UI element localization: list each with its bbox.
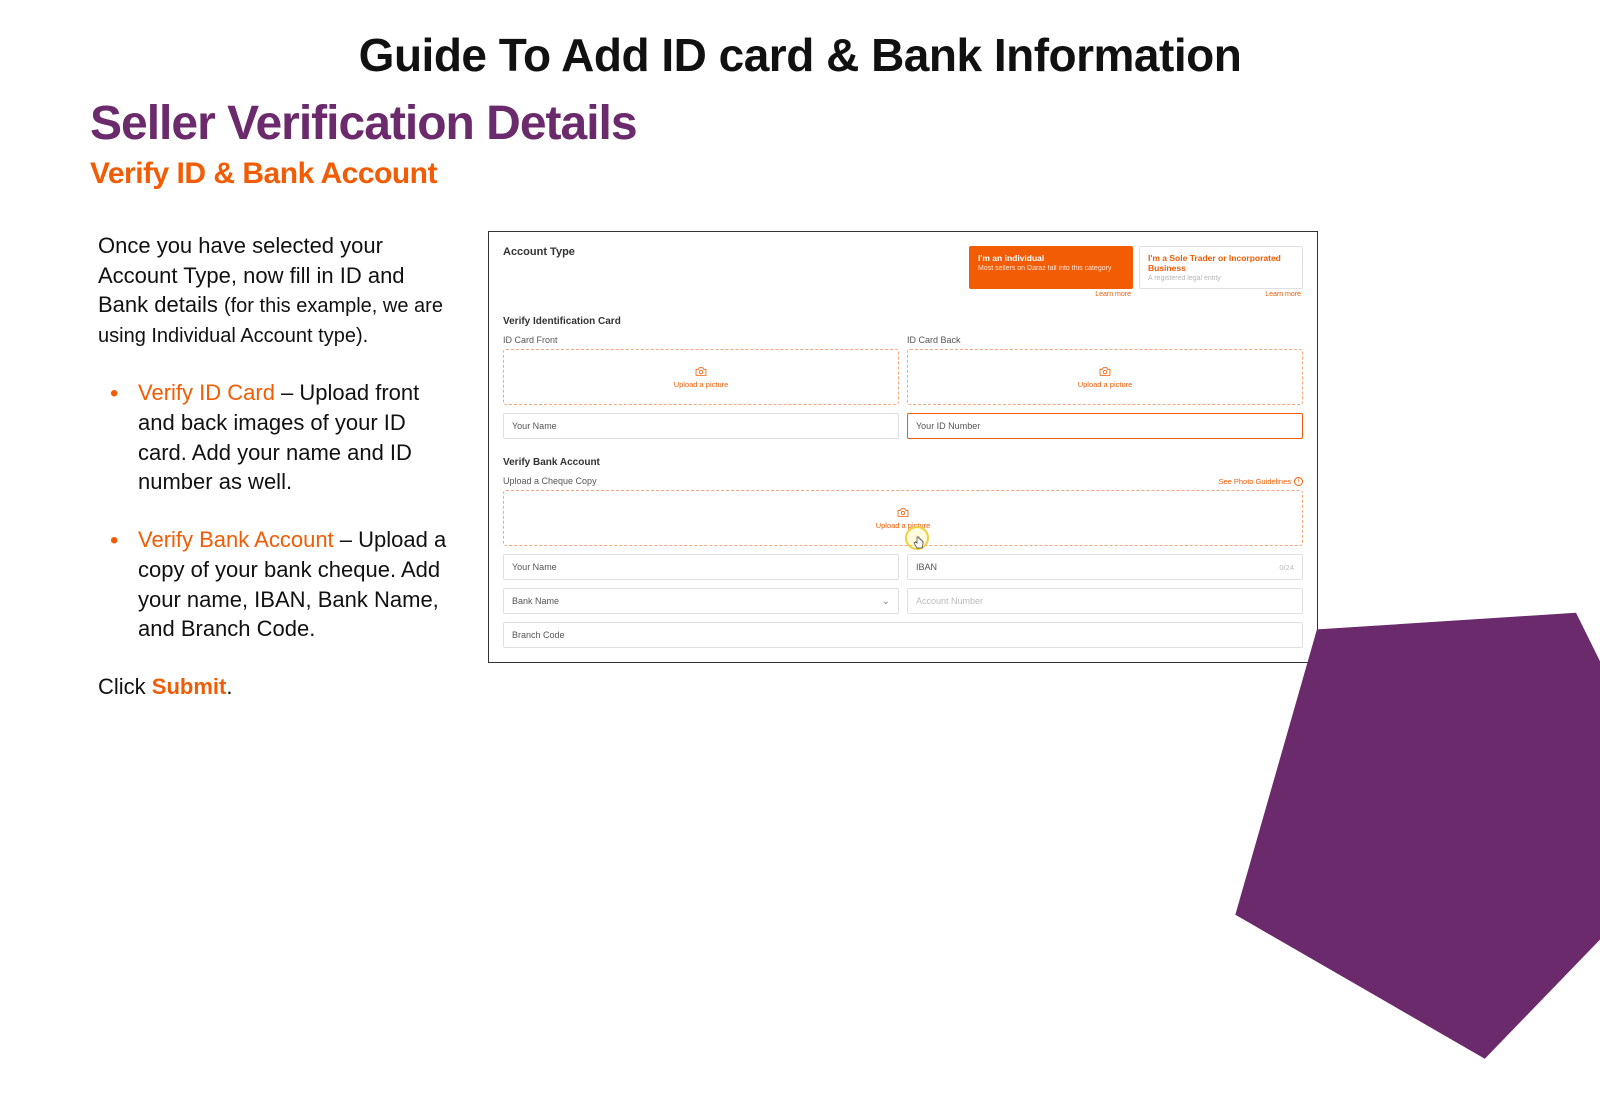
card-subtitle: A registered legal entity [1148, 275, 1294, 282]
click-text: Click [98, 674, 152, 699]
info-icon: i [1294, 477, 1303, 486]
card-title: I'm an individual [978, 253, 1124, 263]
camera-icon [694, 366, 708, 377]
verify-bank-section-header: Verify Bank Account [503, 457, 1303, 468]
your-id-number-input[interactable]: Your ID Number [907, 413, 1303, 439]
bank-your-name-input[interactable]: Your Name [503, 554, 899, 580]
select-placeholder: Bank Name [512, 596, 559, 606]
card-subtitle: Most sellers on Daraz fall into this cat… [978, 265, 1124, 272]
id-front-label: ID Card Front [503, 335, 899, 345]
id-back-label: ID Card Back [907, 335, 1303, 345]
bullet-head: Verify Bank Account [138, 527, 334, 552]
see-photo-guidelines-link[interactable]: See Photo Guidelines i [1218, 477, 1303, 486]
sub-title: Seller Verification Details [0, 96, 1600, 151]
account-number-input[interactable]: Account Number [907, 588, 1303, 614]
input-placeholder: IBAN [916, 562, 937, 572]
upload-text: Upload a picture [674, 380, 729, 389]
card-title: I'm a Sole Trader or Incorporated Busine… [1148, 253, 1294, 273]
your-name-input[interactable]: Your Name [503, 413, 899, 439]
chevron-down-icon: ⌄ [882, 596, 890, 607]
intro-paragraph: Once you have selected your Account Type… [98, 231, 458, 350]
account-type-label: Account Type [503, 246, 575, 258]
main-title: Guide To Add ID card & Bank Information [0, 0, 1600, 82]
input-placeholder: Your ID Number [916, 421, 980, 431]
input-placeholder: Your Name [512, 562, 557, 572]
period: . [226, 674, 232, 699]
iban-input[interactable]: IBAN 0/24 [907, 554, 1303, 580]
id-back-upload[interactable]: Upload a picture [907, 349, 1303, 405]
submit-word: Submit [152, 674, 227, 699]
camera-icon [1098, 366, 1112, 377]
input-placeholder: Branch Code [512, 630, 565, 640]
id-front-upload[interactable]: Upload a picture [503, 349, 899, 405]
input-placeholder: Account Number [916, 596, 983, 606]
guidelines-text: See Photo Guidelines [1218, 477, 1291, 486]
bullet-head: Verify ID Card [138, 380, 275, 405]
upload-text: Upload a picture [876, 521, 931, 530]
branch-code-input[interactable]: Branch Code [503, 622, 1303, 648]
sub-sub-title: Verify ID & Bank Account [0, 157, 1600, 191]
bullet-verify-bank: Verify Bank Account – Upload a copy of y… [116, 525, 458, 644]
bank-name-select[interactable]: Bank Name ⌄ [503, 588, 899, 614]
cheque-upload[interactable]: Upload a picture [503, 490, 1303, 546]
input-placeholder: Your Name [512, 421, 557, 431]
learn-more-link[interactable]: Learn more [969, 291, 1133, 298]
verify-id-section-header: Verify Identification Card [503, 316, 1303, 327]
cheque-copy-label: Upload a Cheque Copy [503, 476, 597, 486]
char-count: 0/24 [1279, 563, 1294, 572]
account-type-business-card[interactable]: I'm a Sole Trader or Incorporated Busine… [1139, 246, 1303, 289]
click-submit-line: Click Submit. [98, 672, 458, 702]
screenshot-panel: Account Type I'm an individual Most sell… [488, 231, 1318, 663]
learn-more-link[interactable]: Learn more [1139, 291, 1303, 298]
account-type-individual-card[interactable]: I'm an individual Most sellers on Daraz … [969, 246, 1133, 289]
camera-icon [896, 507, 910, 518]
bullet-verify-id: Verify ID Card – Upload front and back i… [116, 378, 458, 497]
upload-text: Upload a picture [1078, 380, 1133, 389]
instructions-column: Once you have selected your Account Type… [98, 231, 488, 702]
